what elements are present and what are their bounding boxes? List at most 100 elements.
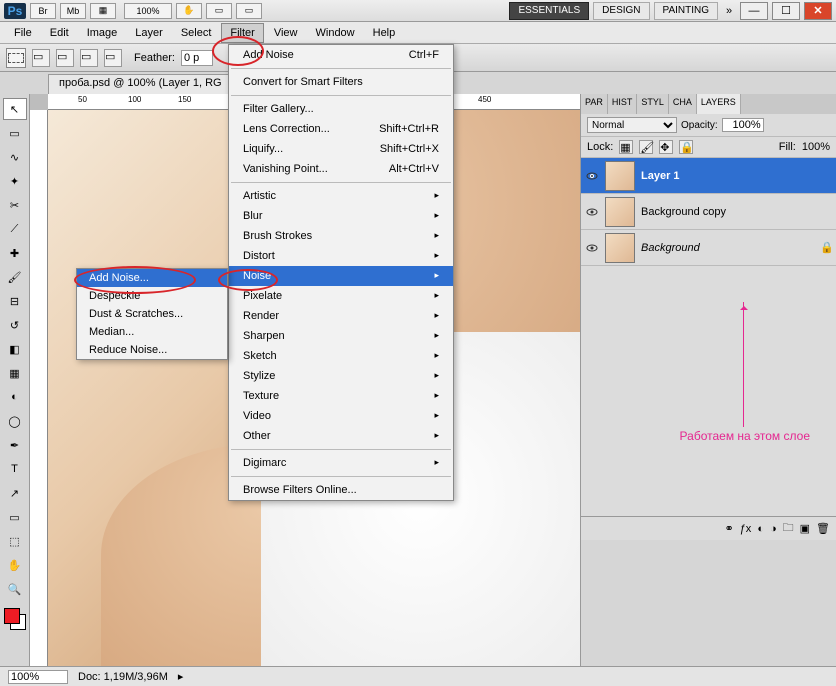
lock-position[interactable]: ✥ — [659, 140, 673, 154]
lock-transparency[interactable]: ▦ — [619, 140, 633, 154]
visibility-toggle[interactable] — [585, 205, 599, 219]
close-button[interactable]: ✕ — [804, 2, 832, 20]
gradient-tool[interactable]: ▦ — [3, 362, 27, 384]
foreground-color[interactable] — [4, 608, 20, 624]
status-zoom[interactable] — [8, 670, 68, 684]
menu-item-lens[interactable]: Lens Correction...Shift+Ctrl+R — [229, 119, 453, 139]
layer-thumbnail[interactable] — [605, 161, 635, 191]
healing-tool[interactable]: ✚ — [3, 242, 27, 264]
menu-item-sharpen[interactable]: Sharpen — [229, 326, 453, 346]
menu-item-texture[interactable]: Texture — [229, 386, 453, 406]
eraser-tool[interactable]: ◧ — [3, 338, 27, 360]
menu-item-sketch[interactable]: Sketch — [229, 346, 453, 366]
tab-layers[interactable]: LAYERS — [697, 94, 741, 114]
submenu-dust[interactable]: Dust & Scratches... — [77, 305, 227, 323]
visibility-toggle[interactable] — [585, 169, 599, 183]
3d-tool[interactable]: ⬚ — [3, 530, 27, 552]
hand-tool[interactable]: ✋ — [3, 554, 27, 576]
shape-tool[interactable]: ▭ — [3, 506, 27, 528]
menu-item-digimarc[interactable]: Digimarc — [229, 453, 453, 473]
feather-input[interactable] — [181, 50, 213, 66]
marquee-tool[interactable]: ▭ — [3, 122, 27, 144]
crop-tool[interactable]: ✂ — [3, 194, 27, 216]
hand-tool-button[interactable]: ✋ — [176, 3, 202, 19]
menu-item-browse[interactable]: Browse Filters Online... — [229, 480, 453, 500]
wand-tool[interactable]: ✦ — [3, 170, 27, 192]
layer-name[interactable]: Background copy — [641, 206, 832, 218]
path-tool[interactable]: ↗ — [3, 482, 27, 504]
more-workspaces[interactable]: » — [722, 5, 736, 17]
bridge-button[interactable]: Br — [30, 3, 56, 19]
minimize-button[interactable]: — — [740, 2, 768, 20]
minibridge-button[interactable]: Mb — [60, 3, 86, 19]
history-brush-tool[interactable]: ↺ — [3, 314, 27, 336]
arrange-docs-button[interactable]: ▭ — [206, 3, 232, 19]
fill-adjust-icon[interactable]: ◑ — [770, 523, 777, 535]
workspace-design[interactable]: DESIGN — [593, 2, 649, 20]
menu-item-noise[interactable]: Noise — [229, 266, 453, 286]
layer-row[interactable]: Background copy — [581, 194, 836, 230]
lock-pixels[interactable]: 🖌 — [639, 140, 653, 154]
fill-value[interactable]: 100% — [802, 141, 830, 153]
menu-item-pixelate[interactable]: Pixelate — [229, 286, 453, 306]
lock-all[interactable]: 🔒 — [679, 140, 693, 154]
tab-styles[interactable]: STYL — [637, 94, 669, 114]
workspace-painting[interactable]: PAINTING — [654, 2, 718, 20]
selection-add[interactable]: ▭ — [56, 49, 74, 67]
zoom-tool[interactable]: 🔍 — [3, 578, 27, 600]
delete-layer-icon[interactable]: 🗑 — [816, 522, 830, 535]
move-tool[interactable]: ↖ — [3, 98, 27, 120]
tab-paragraph[interactable]: PAR — [581, 94, 608, 114]
menu-item-video[interactable]: Video — [229, 406, 453, 426]
lasso-tool[interactable]: ∿ — [3, 146, 27, 168]
menu-view[interactable]: View — [266, 24, 306, 42]
document-tab[interactable]: проба.psd @ 100% (Layer 1, RG — [48, 74, 233, 94]
menu-edit[interactable]: Edit — [42, 24, 77, 42]
selection-subtract[interactable]: ▭ — [80, 49, 98, 67]
layer-thumbnail[interactable] — [605, 197, 635, 227]
menu-item-other[interactable]: Other — [229, 426, 453, 446]
layer-name[interactable]: Background — [641, 242, 814, 254]
menu-item-vanishing[interactable]: Vanishing Point...Alt+Ctrl+V — [229, 159, 453, 179]
menu-item-stylize[interactable]: Stylize — [229, 366, 453, 386]
submenu-despeckle[interactable]: Despeckle — [77, 287, 227, 305]
menu-item-blur[interactable]: Blur — [229, 206, 453, 226]
color-swatches[interactable] — [4, 608, 26, 630]
menu-filter[interactable]: Filter — [221, 23, 263, 43]
link-layers-icon[interactable]: ⚭ — [724, 522, 733, 535]
brush-tool[interactable]: 🖌 — [3, 266, 27, 288]
pen-tool[interactable]: ✒ — [3, 434, 27, 456]
blur-tool[interactable]: ◐ — [3, 386, 27, 408]
menu-select[interactable]: Select — [173, 24, 220, 42]
menu-layer[interactable]: Layer — [127, 24, 171, 42]
group-icon[interactable]: 🗀 — [783, 519, 794, 538]
submenu-addnoise[interactable]: Add Noise... — [77, 269, 227, 287]
zoom-level[interactable]: 100% — [124, 3, 172, 19]
eyedropper-tool[interactable]: ⟋ — [3, 218, 27, 240]
view-extras-button[interactable]: ▦ — [90, 3, 116, 19]
stamp-tool[interactable]: ⊟ — [3, 290, 27, 312]
new-layer-icon[interactable]: ▣ — [800, 522, 810, 535]
menu-image[interactable]: Image — [79, 24, 126, 42]
type-tool[interactable]: T — [3, 458, 27, 480]
submenu-median[interactable]: Median... — [77, 323, 227, 341]
opacity-value[interactable]: 100% — [722, 118, 764, 132]
screen-mode-button[interactable]: ▭ — [236, 3, 262, 19]
layer-row[interactable]: Background 🔒 — [581, 230, 836, 266]
menu-item-brushstrokes[interactable]: Brush Strokes — [229, 226, 453, 246]
dodge-tool[interactable]: ◯ — [3, 410, 27, 432]
menu-item-artistic[interactable]: Artistic — [229, 186, 453, 206]
menu-help[interactable]: Help — [365, 24, 404, 42]
menu-item-smartfilters[interactable]: Convert for Smart Filters — [229, 72, 453, 92]
tab-channels[interactable]: CHA — [669, 94, 697, 114]
visibility-toggle[interactable] — [585, 241, 599, 255]
maximize-button[interactable]: ☐ — [772, 2, 800, 20]
workspace-essentials[interactable]: ESSENTIALS — [509, 2, 589, 20]
menu-item-distort[interactable]: Distort — [229, 246, 453, 266]
status-arrow-icon[interactable]: ▸ — [178, 670, 184, 683]
layer-mask-icon[interactable]: ◐ — [757, 523, 764, 535]
menu-file[interactable]: File — [6, 24, 40, 42]
menu-window[interactable]: Window — [308, 24, 363, 42]
selection-new[interactable]: ▭ — [32, 49, 50, 67]
menu-item-liquify[interactable]: Liquify...Shift+Ctrl+X — [229, 139, 453, 159]
